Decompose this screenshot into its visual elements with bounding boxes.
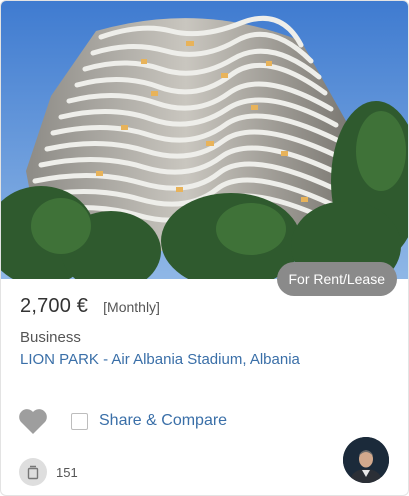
listing-price: 2,700 € <box>20 295 89 317</box>
listing-category: Business <box>20 329 81 346</box>
photo-count-value: 151 <box>56 464 78 480</box>
price-period: [Monthly] <box>103 299 160 315</box>
share-compare-checkbox[interactable] <box>71 412 88 430</box>
listing-card[interactable]: For Rent/Lease 2,700 € [Monthly] Busines… <box>0 0 409 496</box>
share-compare-toggle[interactable]: Share & Compare <box>71 412 227 430</box>
listing-location-link[interactable]: LION PARK - Air Albania Stadium, Albania <box>20 351 300 368</box>
photo-count: 151 <box>19 458 78 486</box>
photo-stack-icon <box>19 458 47 486</box>
agent-avatar[interactable] <box>343 437 389 483</box>
share-compare-label[interactable]: Share & Compare <box>99 412 227 430</box>
price-row: 2,700 € [Monthly] <box>20 295 160 318</box>
listing-type-badge: For Rent/Lease <box>276 262 397 296</box>
heart-icon[interactable] <box>18 407 48 435</box>
listing-photo[interactable] <box>1 1 408 279</box>
building-illustration <box>1 1 408 279</box>
